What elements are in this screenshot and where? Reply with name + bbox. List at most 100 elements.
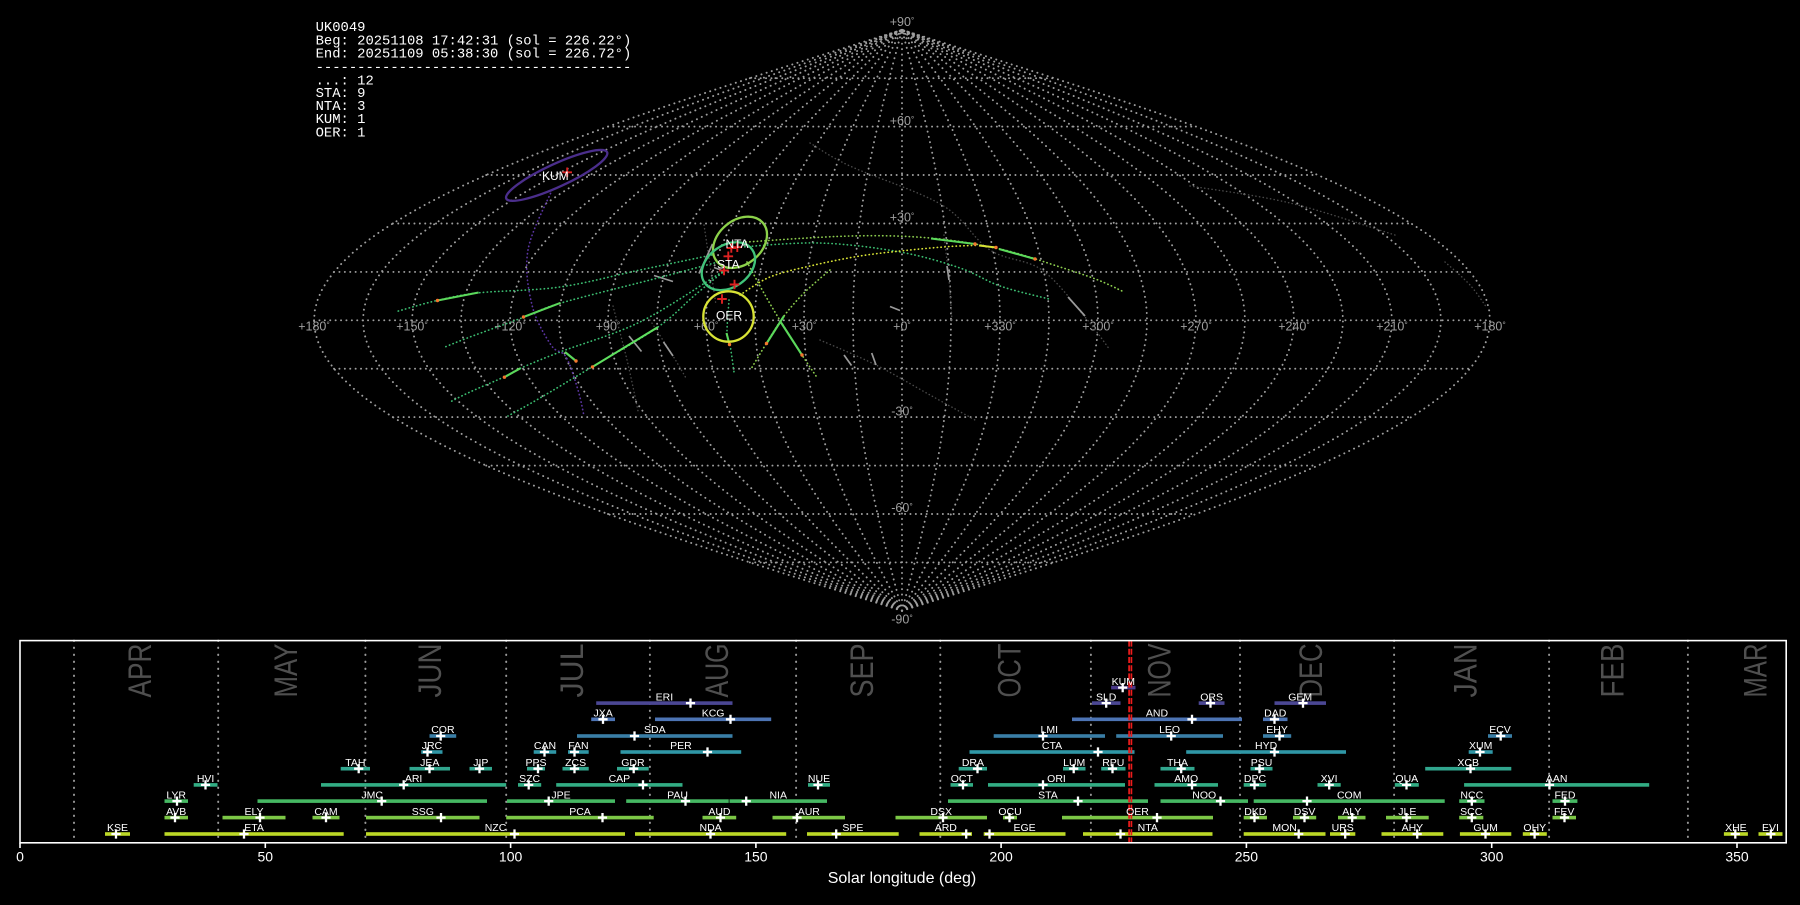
svg-text:JMC: JMC	[361, 789, 383, 801]
svg-text:MAY: MAY	[268, 644, 304, 698]
svg-text:+240°: +240°	[1278, 319, 1310, 333]
svg-text:OER: OER	[716, 308, 742, 322]
svg-text:XCB: XCB	[1457, 757, 1479, 769]
svg-text:CAN: CAN	[534, 740, 556, 752]
svg-text:+330°: +330°	[984, 319, 1016, 333]
svg-text:100: 100	[499, 849, 523, 865]
svg-text:+300°: +300°	[1082, 319, 1114, 333]
svg-text:AUR: AUR	[798, 806, 821, 818]
svg-text:ETA: ETA	[244, 822, 264, 834]
svg-text:+90°: +90°	[596, 319, 621, 333]
svg-text:JXA: JXA	[593, 708, 612, 720]
svg-text:350: 350	[1725, 849, 1749, 865]
svg-text:AUD: AUD	[708, 806, 731, 818]
svg-text:50: 50	[258, 849, 274, 865]
svg-text:OCT: OCT	[951, 773, 974, 785]
svg-text:MON: MON	[1272, 822, 1297, 834]
svg-text:ARI: ARI	[405, 773, 423, 785]
svg-text:HVI: HVI	[197, 773, 215, 785]
svg-text:AAN: AAN	[1546, 773, 1568, 785]
svg-text:URS: URS	[1332, 822, 1354, 834]
svg-text:JUN: JUN	[412, 644, 448, 698]
svg-text:+90°: +90°	[890, 15, 915, 29]
svg-text:+210°: +210°	[1376, 319, 1408, 333]
svg-text:ELY: ELY	[244, 806, 263, 818]
svg-text:THA: THA	[1167, 757, 1188, 769]
svg-text:JLE: JLE	[1398, 806, 1416, 818]
svg-text:DRA: DRA	[962, 757, 984, 769]
svg-text:MAR: MAR	[1738, 644, 1774, 698]
svg-text:150: 150	[744, 849, 768, 865]
svg-text:HYD: HYD	[1255, 740, 1278, 752]
svg-text:SCC: SCC	[1460, 806, 1483, 818]
svg-text:DSX: DSX	[930, 806, 952, 818]
svg-text:ORS: ORS	[1200, 691, 1223, 703]
svg-text:+150°: +150°	[396, 319, 428, 333]
svg-text:CTA: CTA	[1042, 740, 1062, 752]
svg-text:LUM: LUM	[1063, 757, 1085, 769]
svg-text:NUE: NUE	[808, 773, 830, 785]
svg-text:300: 300	[1480, 849, 1504, 865]
svg-text:STA: STA	[717, 258, 739, 272]
svg-text:EGE: EGE	[1014, 822, 1036, 834]
svg-text:LEO: LEO	[1159, 724, 1180, 736]
svg-text:CAP: CAP	[609, 773, 631, 785]
svg-text:JEA: JEA	[420, 757, 439, 769]
svg-text:DPC: DPC	[1244, 773, 1267, 785]
svg-text:CAM: CAM	[314, 806, 337, 818]
svg-text:XUM: XUM	[1469, 740, 1492, 752]
svg-text:JUL: JUL	[554, 644, 590, 698]
svg-text:PAU: PAU	[667, 789, 688, 801]
svg-text:DEC: DEC	[1293, 644, 1329, 698]
svg-text:ZCS: ZCS	[565, 757, 586, 769]
svg-text:KCG: KCG	[702, 708, 725, 720]
svg-text:LYR: LYR	[166, 789, 186, 801]
svg-text:GUM: GUM	[1473, 822, 1498, 834]
svg-text:APR: APR	[122, 644, 158, 698]
svg-text:EVI: EVI	[1762, 822, 1779, 834]
svg-text:COR: COR	[431, 724, 455, 736]
svg-text:+30°: +30°	[792, 319, 817, 333]
svg-text:PSU: PSU	[1251, 757, 1273, 769]
svg-text:RPU: RPU	[1102, 757, 1124, 769]
svg-text:XHE: XHE	[1725, 822, 1747, 834]
svg-text:QUA: QUA	[1395, 773, 1418, 785]
svg-text:GEM: GEM	[1288, 691, 1312, 703]
svg-text:KSE: KSE	[107, 822, 128, 834]
svg-text:OER: OER	[1126, 806, 1149, 818]
svg-text:JIP: JIP	[473, 757, 488, 769]
svg-text:NTA: NTA	[1138, 822, 1158, 834]
svg-text:OCT: OCT	[992, 644, 1028, 698]
svg-text:SEP: SEP	[844, 644, 880, 698]
svg-text:ECV: ECV	[1489, 724, 1511, 736]
svg-text:+30°: +30°	[890, 211, 915, 225]
svg-text:COM: COM	[1337, 789, 1362, 801]
svg-text:SDA: SDA	[644, 724, 666, 736]
svg-text:EHY: EHY	[1266, 724, 1288, 736]
svg-text:STA: STA	[1038, 789, 1058, 801]
svg-text:0: 0	[16, 849, 24, 865]
svg-text:DAD: DAD	[1264, 708, 1287, 720]
svg-text:ORI: ORI	[1047, 773, 1066, 785]
svg-text:DSV: DSV	[1294, 806, 1316, 818]
svg-text:XVI: XVI	[1321, 773, 1338, 785]
svg-text:Solar longitude (deg): Solar longitude (deg)	[828, 870, 977, 887]
svg-text:GDR: GDR	[621, 757, 645, 769]
svg-text:NDA: NDA	[700, 822, 722, 834]
svg-text:OER: 1: OER: 1	[316, 125, 366, 141]
svg-text:DKD: DKD	[1244, 806, 1267, 818]
svg-text:NCC: NCC	[1460, 789, 1483, 801]
svg-text:OHY: OHY	[1523, 822, 1546, 834]
svg-text:NIA: NIA	[769, 789, 787, 801]
svg-text:PCA: PCA	[569, 806, 591, 818]
svg-text:KUM: KUM	[1112, 676, 1135, 688]
svg-text:ERI: ERI	[656, 691, 674, 703]
svg-text:AHY: AHY	[1402, 822, 1424, 834]
svg-text:FED: FED	[1555, 789, 1576, 801]
svg-text:PPS: PPS	[525, 757, 546, 769]
svg-text:TAH: TAH	[345, 757, 365, 769]
svg-text:SLD: SLD	[1096, 691, 1117, 703]
svg-text:FEB: FEB	[1595, 644, 1631, 698]
svg-text:NZC: NZC	[485, 822, 507, 834]
svg-text:AND: AND	[1146, 708, 1169, 720]
